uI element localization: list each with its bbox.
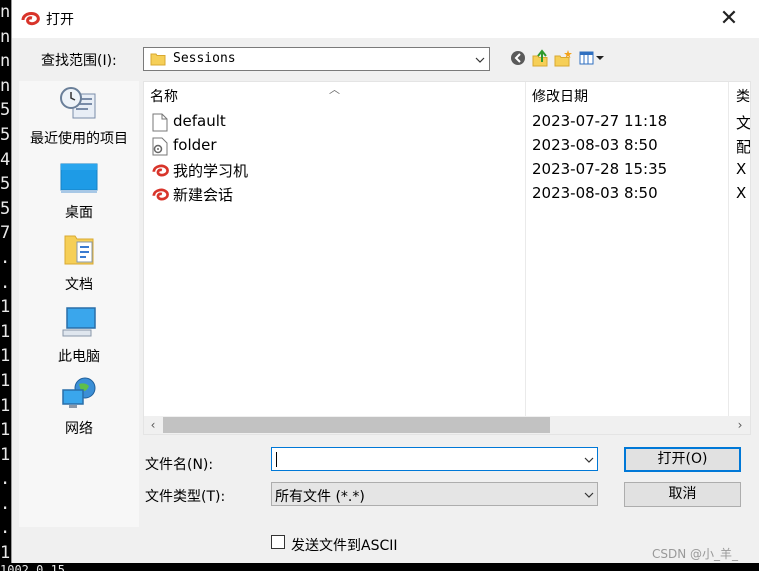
close-icon: ✕ bbox=[719, 6, 739, 31]
place-label: 此电脑 bbox=[58, 349, 100, 365]
file-type: X bbox=[736, 160, 747, 178]
filetype-dropdown[interactable]: 所有文件 (*.*) bbox=[271, 482, 598, 506]
up-folder-icon[interactable] bbox=[531, 48, 549, 68]
text-caret bbox=[276, 452, 277, 467]
file-row[interactable]: 我的学习机 2023-07-28 15:35 X bbox=[144, 158, 750, 182]
sort-ascending-icon: ︿ bbox=[329, 83, 340, 96]
place-label: 桌面 bbox=[65, 205, 93, 221]
desktop-icon bbox=[60, 163, 98, 193]
file-row[interactable]: default 2023-07-27 11:18 文 bbox=[144, 110, 750, 134]
folder-icon bbox=[150, 53, 166, 66]
file-type: X bbox=[736, 184, 747, 202]
place-label: 文档 bbox=[65, 277, 93, 293]
file-name: folder bbox=[173, 136, 217, 154]
file-icon bbox=[152, 113, 168, 132]
open-button[interactable]: 打开(O) bbox=[624, 447, 741, 472]
file-name: 新建会话 bbox=[173, 186, 234, 204]
look-in-label: 查找范围(I): bbox=[41, 53, 117, 69]
file-name: default bbox=[173, 112, 226, 130]
file-type: 配 bbox=[736, 138, 751, 156]
cancel-button[interactable]: 取消 bbox=[624, 482, 741, 507]
dialog-title: 打开 bbox=[46, 12, 74, 28]
chevron-down-icon bbox=[584, 492, 594, 498]
title-bar[interactable]: 打开 ✕ bbox=[12, 0, 759, 38]
filename-input[interactable] bbox=[271, 447, 598, 471]
settings-file-icon bbox=[152, 137, 168, 156]
place-network[interactable]: 网络 bbox=[20, 376, 138, 438]
file-row[interactable]: folder 2023-08-03 8:50 配 bbox=[144, 134, 750, 158]
this-pc-icon bbox=[62, 307, 96, 337]
filetype-label: 文件类型(T): bbox=[145, 489, 226, 505]
open-file-dialog: 打开 ✕ 查找范围(I): Sessions 最近使用的项目 桌面 文档 此电脑… bbox=[11, 0, 759, 563]
look-in-value: Sessions bbox=[173, 51, 236, 66]
column-header-modified[interactable]: 修改日期 bbox=[532, 86, 588, 106]
session-icon bbox=[152, 164, 169, 177]
file-list[interactable]: ︿ 名称 修改日期 类 default 2023-07-27 11:18 文 f… bbox=[143, 81, 751, 435]
recent-items-icon bbox=[60, 87, 96, 119]
place-this-pc[interactable]: 此电脑 bbox=[20, 304, 138, 366]
filetype-value: 所有文件 (*.*) bbox=[275, 489, 365, 505]
close-button[interactable]: ✕ bbox=[712, 4, 746, 34]
place-recent-items[interactable]: 最近使用的项目 bbox=[20, 86, 138, 148]
filename-label: 文件名(N): bbox=[145, 457, 214, 473]
view-menu-icon[interactable] bbox=[579, 48, 607, 68]
file-row[interactable]: 新建会话 2023-08-03 8:50 X bbox=[144, 182, 750, 206]
app-logo-icon bbox=[21, 11, 40, 26]
scroll-left-icon[interactable]: ‹ bbox=[145, 417, 161, 433]
send-ascii-label[interactable]: 发送文件到ASCII bbox=[291, 535, 398, 555]
send-ascii-checkbox[interactable] bbox=[271, 535, 285, 549]
file-modified: 2023-08-03 8:50 bbox=[532, 136, 658, 154]
file-modified: 2023-08-03 8:50 bbox=[532, 184, 658, 202]
chevron-down-icon bbox=[475, 57, 485, 63]
place-label: 网络 bbox=[65, 421, 93, 437]
file-type: 文 bbox=[736, 114, 751, 132]
place-label: 最近使用的项目 bbox=[30, 131, 128, 147]
session-icon bbox=[152, 188, 169, 201]
horizontal-scrollbar[interactable]: ‹ › bbox=[144, 416, 750, 434]
file-modified: 2023-07-27 11:18 bbox=[532, 112, 668, 130]
network-icon bbox=[62, 377, 96, 408]
place-documents[interactable]: 文档 bbox=[20, 232, 138, 294]
column-header-type[interactable]: 类 bbox=[736, 86, 750, 106]
new-folder-icon[interactable] bbox=[554, 48, 572, 68]
place-desktop[interactable]: 桌面 bbox=[20, 160, 138, 222]
file-name: 我的学习机 bbox=[173, 162, 249, 180]
documents-icon bbox=[64, 235, 94, 265]
back-icon[interactable] bbox=[509, 48, 527, 68]
places-bar: 最近使用的项目 桌面 文档 此电脑 网络 bbox=[19, 81, 139, 527]
watermark-text: CSDN @小_羊_ bbox=[652, 547, 739, 561]
column-header-name[interactable]: 名称 bbox=[150, 86, 178, 106]
chevron-down-icon[interactable] bbox=[584, 455, 594, 465]
terminal-bottom-line: 1002 0 15 bbox=[0, 563, 759, 571]
scrollbar-thumb[interactable] bbox=[163, 417, 550, 433]
file-modified: 2023-07-28 15:35 bbox=[532, 160, 668, 178]
scroll-right-icon[interactable]: › bbox=[732, 417, 748, 433]
look-in-dropdown[interactable]: Sessions bbox=[143, 47, 490, 71]
